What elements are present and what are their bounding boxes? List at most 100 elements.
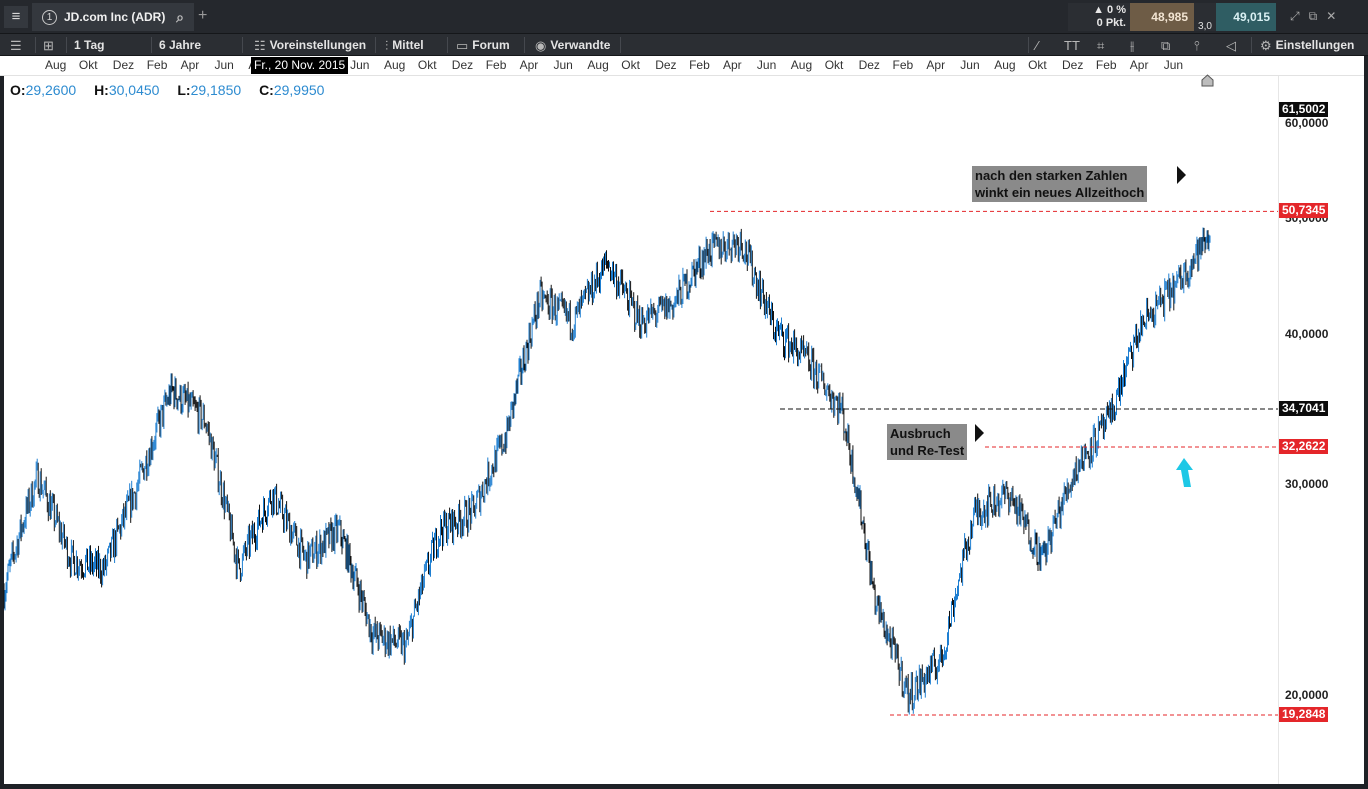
time-axis-label: Aug (587, 58, 609, 72)
chat-icon: ▭ (456, 37, 469, 53)
time-axis-label: Feb (892, 58, 914, 72)
price-axis-tick: 30,0000 (1285, 476, 1329, 491)
time-axis-label: Apr (723, 58, 742, 72)
time-axis-label: Dez (858, 58, 880, 72)
level-badge: 19,2848 (1279, 706, 1329, 722)
level-badge: 50,7345 (1279, 203, 1329, 219)
indicator-button[interactable]: ⫶ Mittel (385, 34, 424, 56)
time-axis-label: Jun (350, 58, 370, 72)
interval-select[interactable]: 1 Tag (74, 34, 104, 56)
presets-button[interactable]: ☷ Voreinstellungen (254, 34, 366, 56)
close-icon[interactable]: ✕ (1326, 9, 1336, 24)
time-axis-label: Apr (926, 58, 946, 72)
time-axis-label: Dez (451, 58, 474, 72)
candles-icon[interactable]: ⫲ (1130, 34, 1134, 56)
settings-button[interactable]: ⚙ Einstellungen (1260, 34, 1354, 56)
spread-value: 3,0 (1194, 3, 1216, 32)
chart-toolbar: ☰ ⊞ 1 Tag 6 Jahre ☷ Voreinstellungen ⫶ Mit… (0, 34, 1368, 56)
change-points: 0 Pkt. (1096, 17, 1126, 29)
home-marker-icon[interactable] (1201, 74, 1214, 87)
low-value: 29,1850 (190, 82, 242, 98)
window-controls: ⤢ ⧉ ✕ (1290, 9, 1336, 24)
annotation-line: und Re-Test (890, 443, 965, 458)
time-axis[interactable]: AugOktDezFebAprJunAbAprJunAugOktDezFebAp… (0, 56, 1368, 76)
annotation-all-time-high[interactable]: nach den starken Zahlen winkt ein neues … (972, 166, 1148, 202)
close-value: 29,9950 (273, 82, 325, 98)
popout-icon[interactable]: ⧉ (1309, 9, 1318, 24)
time-axis-label: Apr (519, 58, 539, 72)
time-axis-label: Apr (180, 58, 200, 72)
bid-price-button[interactable]: 48,985 (1130, 3, 1194, 31)
list-icon[interactable]: ☰ (10, 34, 22, 56)
range-select[interactable]: 6 Jahre (159, 34, 201, 56)
hamburger-icon[interactable]: ≡ (4, 6, 28, 28)
low-label: L: (177, 82, 191, 98)
price-axis-tick: 60,0000 (1285, 116, 1329, 130)
price-axis[interactable] (1278, 76, 1364, 784)
time-axis-label: Feb (485, 58, 507, 72)
time-axis-label: Feb (1095, 58, 1117, 72)
time-axis-label: Jun (960, 58, 980, 72)
level-badge: 32,2622 (1279, 439, 1329, 455)
time-axis-label: Feb (146, 58, 168, 72)
time-axis-label: Jun (756, 58, 777, 72)
ohlc-readout: O:29,2600 H:30,0450 L:29,1850 C:29,9950 (10, 82, 338, 98)
change-percent: ▲ 0 % (1093, 4, 1126, 16)
instrument-tab[interactable]: 1 JD.com Inc (ADR) ⌕ (32, 3, 194, 31)
sliders-icon: ☷ (254, 37, 266, 53)
forum-label: Forum (472, 37, 510, 52)
instrument-index-badge: 1 (42, 9, 57, 25)
ask-price-button[interactable]: 49,015 (1216, 3, 1276, 31)
instrument-name: JD.com Inc (ADR) (64, 10, 166, 24)
open-value: 29,2600 (25, 82, 77, 98)
time-axis-label: Jun (214, 58, 234, 72)
time-axis-label: Dez (1062, 58, 1084, 72)
chart-window: ≡ 1 JD.com Inc (ADR) ⌕ + ▲ 0 % 0 Pkt. 48… (0, 0, 1368, 789)
gear-icon: ⚙ (1260, 37, 1272, 53)
indicator-icon: ⫶ (385, 37, 389, 53)
compare-icon[interactable]: ⧉ (1161, 34, 1170, 56)
draw-line-icon[interactable]: ∕ (1036, 34, 1038, 56)
annotation-line: Ausbruch (890, 426, 951, 441)
price-axis-tick: 20,0000 (1285, 688, 1329, 702)
time-axis-label: Aug (790, 58, 813, 72)
price-axis-tick: 40,0000 (1285, 327, 1329, 342)
annotation-pointer-icon (1177, 166, 1186, 184)
settings-label: Einstellungen (1275, 37, 1355, 52)
high-label: H: (94, 82, 109, 98)
time-axis-label: Okt (621, 58, 640, 72)
title-bar: ≡ 1 JD.com Inc (ADR) ⌕ + ▲ 0 % 0 Pkt. 48… (0, 0, 1368, 34)
level-badge: 34,7041 (1279, 401, 1329, 417)
time-axis-label: Dez (112, 58, 135, 72)
search-icon[interactable]: ⌕ (176, 9, 184, 26)
time-axis-label: Aug (45, 58, 67, 72)
related-label: Verwandte (550, 37, 611, 52)
expand-icon[interactable]: ⤢ (1290, 9, 1300, 24)
time-axis-label: Okt (78, 58, 98, 72)
text-tool-icon[interactable]: TT (1064, 34, 1080, 56)
annotation-breakout[interactable]: Ausbruch und Re-Test (887, 424, 968, 460)
current-price-badge: 61,5002 (1279, 102, 1329, 117)
date-cursor-label: Fr., 20 Nov. 2015 (251, 57, 349, 74)
time-axis-label: Feb (689, 58, 710, 72)
close-label: C: (259, 82, 274, 98)
tag-icon[interactable]: ◁ (1226, 34, 1236, 56)
crosshair-icon[interactable]: ⌗ (1097, 34, 1104, 56)
time-axis-label: Okt (824, 58, 844, 72)
layout-grid-icon[interactable]: ⊞ (43, 34, 54, 56)
time-axis-label: Aug (384, 58, 406, 72)
chart-type-icon[interactable]: ⫯ (1194, 34, 1200, 56)
plus-icon[interactable]: + (198, 7, 207, 25)
indicator-label: Mittel (392, 37, 424, 52)
forum-button[interactable]: ▭ Forum (456, 34, 510, 56)
time-axis-label: Aug (994, 58, 1016, 72)
annotation-line: nach den starken Zahlen (975, 168, 1128, 183)
high-value: 30,0450 (108, 82, 160, 98)
quote-change: ▲ 0 % 0 Pkt. (1068, 3, 1130, 31)
related-button[interactable]: ◉ Verwandte (535, 34, 610, 56)
time-axis-label: Jun (1163, 58, 1184, 72)
time-axis-label: Jun (553, 58, 573, 72)
annotation-pointer-icon (975, 424, 984, 442)
time-axis-label: Okt (417, 58, 437, 72)
time-axis-label: Dez (655, 58, 677, 72)
